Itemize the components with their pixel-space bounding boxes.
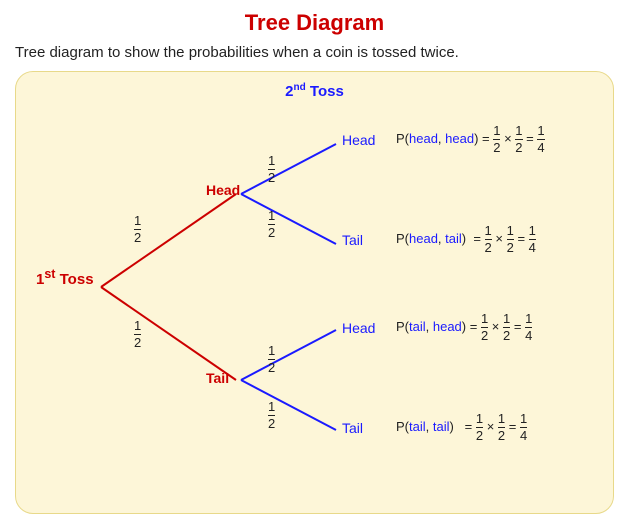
diagram-container: 2nd Toss 1st Toss	[15, 71, 614, 514]
second-toss-label: 2nd Toss	[26, 82, 603, 100]
frac-root-tail: 12	[134, 319, 141, 351]
page: Tree Diagram Tree diagram to show the pr…	[0, 0, 629, 524]
frac-root-head: 12	[134, 214, 141, 246]
outcome-ht: Tail	[342, 232, 363, 248]
frac-hh: 12	[268, 154, 275, 186]
frac-tt: 12	[268, 400, 275, 432]
outcome-hh: Head	[342, 132, 375, 148]
prob-tt: P(tail, tail) = 12 × 12 = 14	[396, 412, 527, 444]
subtitle: Tree diagram to show the probabilities w…	[15, 44, 614, 61]
mid-tail-label: Tail	[206, 370, 229, 386]
outcome-tt: Tail	[342, 420, 363, 436]
frac-th: 12	[268, 344, 275, 376]
tree-area: 1st Toss 12 12 Head Tail 12 12	[26, 102, 603, 495]
prob-th: P(tail, head) = 12 × 12 = 14	[396, 312, 532, 344]
prob-ht: P(head, tail) = 12 × 12 = 14	[396, 224, 536, 256]
first-toss-label: 1st Toss	[36, 267, 94, 288]
frac-ht: 12	[268, 209, 275, 241]
mid-head-label: Head	[206, 182, 240, 198]
outcome-th: Head	[342, 320, 375, 336]
page-title: Tree Diagram	[15, 10, 614, 36]
prob-hh: P(head, head) = 12 × 12 = 14	[396, 124, 545, 156]
